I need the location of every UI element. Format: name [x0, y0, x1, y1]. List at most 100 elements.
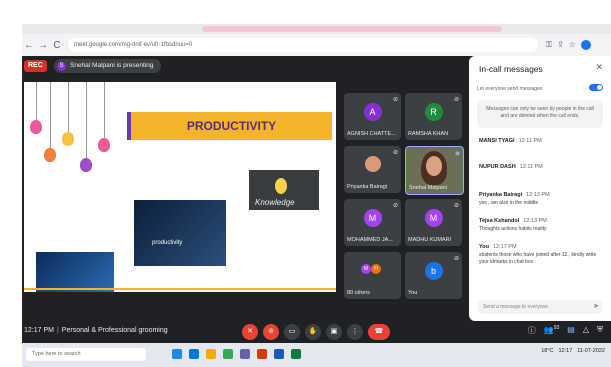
message-text: yes , am also in the middle	[479, 200, 539, 206]
participant-tile[interactable]: ⊘ A AGNISH CHATTE...	[344, 93, 401, 140]
participant-name: MADHU KUMARI	[408, 237, 452, 243]
clock-time[interactable]: 12:17	[559, 348, 573, 354]
bulb-icon	[62, 132, 74, 146]
chat-notice: Messages can only be seen by people in t…	[477, 100, 603, 128]
participant-avatar: M	[363, 209, 382, 227]
call-controls: ✕ ⊘ ▭ ✋ ▣ ⋮ ☎	[242, 324, 390, 340]
participant-name: Priyanka Bairagi	[347, 184, 388, 190]
mic-muted-icon: ⊘	[392, 150, 398, 156]
info-icon[interactable]: ⓘ	[528, 325, 536, 336]
participant-name: AGNISH CHATTE...	[347, 131, 396, 137]
bulb-icon	[80, 158, 92, 172]
presenting-chip[interactable]: S Snehal Malpani is presenting	[54, 59, 162, 73]
message-time: 12:11 PM	[518, 138, 542, 144]
others-tile[interactable]: M H 80 others	[344, 252, 401, 299]
bulb-icon	[98, 138, 110, 152]
word-icon[interactable]	[274, 349, 284, 359]
self-avatar: b	[424, 262, 443, 280]
more-icon[interactable]: ⋮	[347, 324, 363, 340]
meeting-time: 12:17 PM	[24, 327, 54, 334]
meeting-controls-bar: 12:17 PM | Personal & Professional groomin…	[22, 321, 611, 343]
teams-icon[interactable]	[240, 349, 250, 359]
folder-icon[interactable]	[206, 349, 216, 359]
clock-date[interactable]: 11-07-2022	[577, 348, 605, 354]
participant-photo	[364, 156, 381, 172]
participant-tile[interactable]: ⊘ M MADHU KUMARI	[405, 199, 462, 246]
message-sender: NUPUR DASH	[479, 164, 516, 170]
address-bar[interactable]: meet.google.com/mg-dnif-ev/ufr-1fbsdnuu=…	[68, 38, 538, 52]
message-sender: Tejsa Kshandol	[479, 218, 520, 224]
toggle-label: Let everyone send messages	[477, 86, 543, 92]
participant-name: RAMSHA KHAN	[408, 131, 449, 137]
message-input[interactable]: Send a message to everyone ➤	[477, 300, 603, 314]
lightbulb-icon	[275, 178, 287, 194]
productivity-caption: productivity	[152, 240, 183, 246]
reload-button[interactable]: C	[50, 40, 64, 51]
others-avatar: H	[371, 264, 381, 274]
separator: |	[56, 327, 59, 334]
people-icon[interactable]: 👥93	[544, 325, 560, 336]
profile-icon[interactable]	[580, 40, 591, 50]
chat-message: MANSI TYAGI 12:11 PM	[479, 138, 604, 144]
end-call-icon[interactable]: ☎	[368, 324, 390, 340]
present-icon[interactable]: ▣	[326, 324, 342, 340]
participant-name: Snehal Malpani	[409, 185, 447, 191]
bulb-string	[50, 82, 51, 148]
message-text: students those who have joined after 12 …	[479, 252, 597, 265]
chat-icon[interactable]: ▤	[567, 325, 575, 336]
task-view-icon[interactable]	[172, 349, 182, 359]
bulb-string	[104, 82, 105, 138]
share-icon[interactable]: ⇪	[557, 40, 564, 50]
taskbar-search[interactable]: Type here to search	[26, 348, 146, 361]
activities-icon[interactable]: △	[583, 325, 589, 336]
forward-button[interactable]: →	[36, 40, 50, 51]
self-tile[interactable]: ⊘ b You	[405, 252, 462, 299]
system-tray: 18°C 12:17 11-07-2022	[541, 348, 605, 354]
active-tab[interactable]	[202, 26, 502, 32]
chrome-icon[interactable]	[223, 349, 233, 359]
send-icon[interactable]: ➤	[593, 300, 599, 314]
others-count: 80 others	[347, 290, 370, 296]
meeting-info: 12:17 PM | Personal & Professional groomin…	[24, 327, 168, 334]
raise-hand-icon[interactable]: ✋	[305, 324, 321, 340]
edge-icon[interactable]	[189, 349, 199, 359]
self-name: You	[408, 290, 418, 296]
weather-text[interactable]: 18°C	[541, 348, 553, 354]
participant-face	[426, 156, 442, 176]
message-text: Thoughts actions habits reality	[479, 226, 547, 232]
back-button[interactable]: ←	[22, 40, 36, 51]
toggle-knob	[597, 85, 602, 90]
participant-tile[interactable]: ⊘ Priyanka Bairagi	[344, 146, 401, 193]
participant-avatar: R	[424, 103, 443, 121]
powerpoint-icon[interactable]	[257, 349, 267, 359]
key-icon[interactable]: ⚿	[546, 40, 552, 50]
shield-icon[interactable]: ⛨	[597, 325, 603, 336]
captions-icon[interactable]: ▭	[284, 324, 300, 340]
mic-muted-icon: ⊘	[392, 203, 398, 209]
message-sender: MANSI TYAGI	[479, 138, 515, 144]
mic-off-icon[interactable]: ✕	[242, 324, 258, 340]
chat-message: Tejsa Kshandol 12:13 PM Thoughts actions …	[479, 218, 604, 233]
people-count: 93	[553, 325, 560, 331]
message-time: 12:11 PM	[519, 164, 543, 170]
mic-muted-icon: ⊘	[392, 97, 398, 103]
knowledge-caption: Knowledge	[255, 198, 295, 207]
others-avatar: M	[361, 264, 371, 274]
excel-icon[interactable]	[291, 349, 301, 359]
participant-avatar: M	[424, 209, 443, 227]
send-permission-row: Let everyone send messages	[477, 84, 603, 92]
message-time: 12:13 PM	[526, 192, 550, 198]
os-taskbar: Type here to search 18°C 12:17 11-07-202…	[22, 343, 611, 367]
participant-video-tile[interactable]: ◉ Snehal Malpani	[405, 146, 464, 195]
presentation-slide: PRODUCTIVITY Knowledge productivity	[24, 82, 336, 292]
allow-messages-toggle[interactable]	[589, 84, 603, 91]
recording-badge: REC	[24, 60, 47, 72]
participant-tile[interactable]: ⊘ R RAMSHA KHAN	[405, 93, 462, 140]
in-call-messages-panel: In-call messages ✕ Let everyone send mes…	[469, 56, 611, 321]
close-icon[interactable]: ✕	[595, 62, 603, 73]
participant-tile[interactable]: ⊘ M MOHAMMED JA...	[344, 199, 401, 246]
participant-name: MOHAMMED JA...	[347, 237, 393, 243]
slide-underline	[24, 288, 336, 290]
star-icon[interactable]: ☆	[569, 40, 576, 50]
camera-off-icon[interactable]: ⊘	[263, 324, 279, 340]
